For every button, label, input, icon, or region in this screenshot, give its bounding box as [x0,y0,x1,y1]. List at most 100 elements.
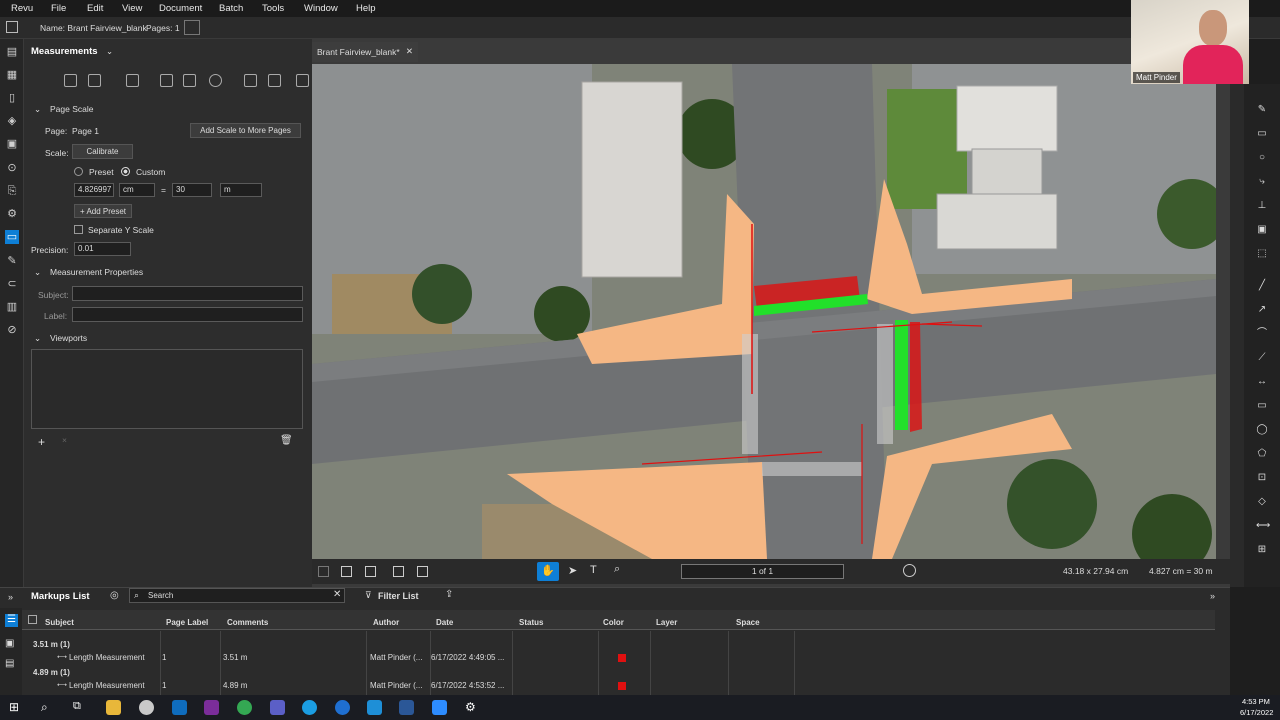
polyline-icon[interactable]: ⟋ [1256,352,1268,364]
close-icon[interactable]: ✕ [333,589,341,600]
document-tab[interactable]: Brant Fairview_blank* ✕ [312,42,418,62]
group-row-1[interactable]: 3.51 m (1) [33,640,70,649]
real-unit-select[interactable]: m [220,183,262,197]
select-all-checkbox[interactable] [28,615,37,624]
chevron-down-icon[interactable]: ⌄ [106,46,113,57]
export-icon[interactable]: ⇪ [445,589,453,600]
count-tool-icon[interactable] [268,74,281,87]
add-scale-button[interactable]: Add Scale to More Pages [190,123,301,138]
clock-date[interactable]: 6/17/2022 [1240,708,1273,717]
single-page-icon[interactable] [318,566,329,577]
row-2-color-swatch[interactable] [618,682,626,690]
group-row-2[interactable]: 4.89 m (1) [33,668,70,677]
menu-tools[interactable]: Tools [262,3,284,14]
zoom-app-icon[interactable] [432,700,447,715]
windows-start-icon[interactable]: ⊞ [9,700,24,715]
menu-window[interactable]: Window [304,3,338,14]
preset-radio[interactable] [74,167,83,176]
cloud-icon[interactable]: ◇ [1256,496,1268,508]
select-text-icon[interactable]: T [590,564,597,576]
trash-icon[interactable]: 🗑 [280,435,293,446]
close-icon[interactable]: × [62,435,67,445]
pen-icon[interactable]: ✎ [1256,104,1268,116]
custom-radio[interactable] [121,167,130,176]
aerial-map[interactable] [312,64,1216,559]
split-horizontal-icon[interactable] [365,566,376,577]
row-1-color-swatch[interactable] [618,654,626,662]
vertical-scrollbar[interactable] [1230,39,1244,587]
dimension-icon[interactable]: ↔ [1256,376,1268,388]
image-icon[interactable]: ▣ [1256,224,1268,236]
menu-view[interactable]: View [122,3,142,14]
settings-icon[interactable]: ⚙ [5,207,19,221]
row-1-subject[interactable]: Length Measurement [69,653,145,662]
pan-hand-icon[interactable]: ✋ [537,562,559,581]
separate-y-checkbox[interactable] [74,225,83,234]
markup-pen-icon[interactable]: ✎ [5,254,19,268]
arc-icon[interactable]: ⌒ [1256,328,1268,340]
calibrate-button[interactable]: Calibrate [72,144,133,159]
toolchest-icon[interactable]: ▣ [5,137,19,151]
word-icon[interactable] [399,700,414,715]
row-2-subject[interactable]: Length Measurement [69,681,145,690]
properties-icon[interactable]: ⊙ [5,161,19,175]
collapse-icon[interactable]: ⌄ [34,267,41,278]
stamp-icon[interactable]: ▭ [1256,128,1268,140]
precision-select[interactable]: 0.01 [74,242,131,256]
subject-input[interactable] [72,286,303,301]
select-arrow-icon[interactable]: ➤ [568,564,577,577]
settings-icon[interactable]: ⚙ [465,700,480,715]
col-color[interactable]: Color [603,618,624,627]
rectangle-icon[interactable]: ▭ [1256,400,1268,412]
angle-tool-icon[interactable] [183,74,196,87]
length-icon[interactable]: ⟷ [1256,520,1270,532]
label-input[interactable] [72,307,303,322]
summary-icon[interactable]: ▣ [5,638,14,649]
menu-revu[interactable]: Revu [11,3,33,14]
sync-icon[interactable] [393,566,404,577]
expand-icon[interactable]: » [8,592,13,602]
menu-edit[interactable]: Edit [87,3,103,14]
polygon-icon[interactable]: ⬠ [1256,448,1268,460]
zoom-icon[interactable]: ⌕ [614,563,620,576]
menu-document[interactable]: Document [159,3,202,14]
col-space[interactable]: Space [736,618,760,627]
clock-time[interactable]: 4:53 PM [1242,697,1270,706]
add-viewport-icon[interactable]: + [38,435,45,449]
count-icon[interactable]: ⊞ [1256,544,1268,556]
col-subject[interactable]: Subject [45,618,74,627]
signatures-icon[interactable]: ⎘ [5,184,19,198]
menu-file[interactable]: File [51,3,66,14]
ellipse-icon[interactable]: ◯ [1256,424,1268,436]
layers-icon[interactable]: ◈ [5,114,19,128]
app-icon[interactable] [139,700,154,715]
menu-help[interactable]: Help [356,3,376,14]
grid-icon[interactable]: ▦ [5,68,19,82]
length-tool-icon[interactable] [64,74,77,87]
area-tool-icon[interactable] [126,74,139,87]
real-value-input[interactable]: 30 [172,183,212,197]
measure-area-icon[interactable]: ⊡ [1256,472,1268,484]
thumbnails-icon[interactable]: ▤ [5,45,19,59]
teams-icon[interactable] [270,700,285,715]
dynamic-fill-icon[interactable] [296,74,309,87]
scale-value-input[interactable]: 4.826997 [74,183,114,197]
bluebeam-icon[interactable] [367,700,382,715]
close-icon[interactable]: ✕ [406,46,413,57]
col-author[interactable]: Author [373,618,399,627]
col-date[interactable]: Date [436,618,453,627]
internet-explorer-icon[interactable] [335,700,350,715]
search-icon[interactable]: ⌕ [41,700,56,715]
col-status[interactable]: Status [519,618,543,627]
arrow-icon[interactable]: ↗ [1256,304,1268,316]
task-view-icon[interactable]: ⧉ [73,700,88,715]
line-icon[interactable]: ╱ [1256,280,1268,292]
collapse-icon[interactable]: ⌄ [34,104,41,115]
circle-icon[interactable]: ○ [1256,152,1268,164]
split-vertical-icon[interactable] [341,566,352,577]
scale-unit-select[interactable]: cm [119,183,155,197]
radius-tool-icon[interactable] [209,74,222,87]
file-explorer-icon[interactable] [106,700,121,715]
snap-icon[interactable] [417,566,428,577]
filter-icon[interactable]: ⊽ [365,590,372,601]
